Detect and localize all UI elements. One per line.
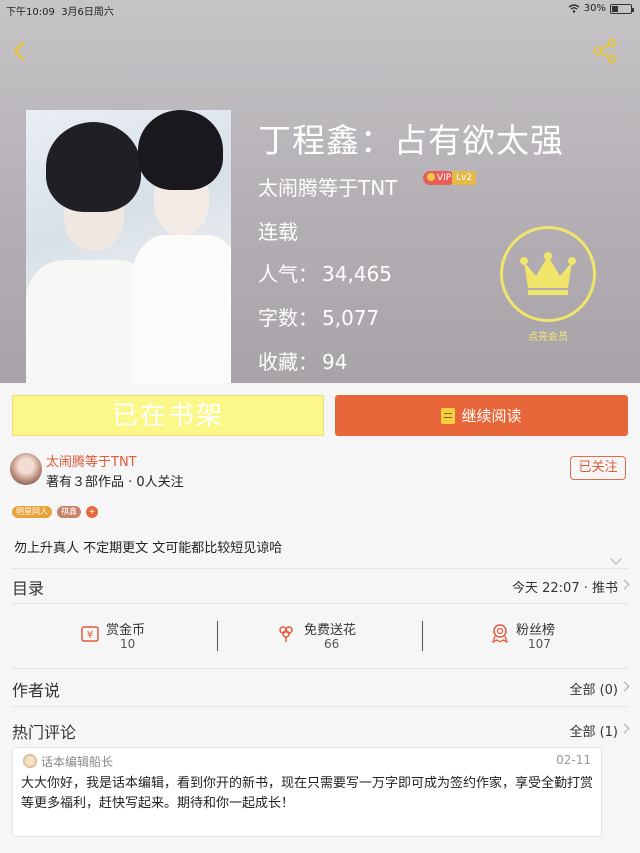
battery-percent: 30% — [583, 3, 606, 14]
reader-stats: ¥ 赏金币 10 免费送花 66 粉丝榜 107 — [0, 617, 640, 655]
divider — [12, 603, 628, 604]
wifi-icon — [568, 4, 580, 13]
flower-icon — [279, 626, 293, 642]
comment-card[interactable]: 话本编辑船长 02-11 大大你好，我是话本编辑，看到你开的新书，现在只需要写一… — [12, 747, 602, 837]
comment-text: 大大你好，我是话本编辑，看到你开的新书，现在只需要写一万字即可成为签约作家，享受… — [21, 776, 594, 811]
back-arrow-icon[interactable] — [8, 37, 32, 65]
free-flowers[interactable]: 免费送花 66 — [270, 617, 470, 655]
hot-comments-count: 全部 (1) — [569, 725, 618, 740]
crown-icon — [500, 226, 596, 322]
member-button[interactable]: 点亮会员 — [500, 226, 600, 346]
author-says-row[interactable]: 作者说 全部 (0) — [0, 671, 640, 703]
medal-icon — [491, 624, 509, 643]
catalog-label: 目录 — [12, 579, 45, 598]
share-icon[interactable] — [592, 38, 618, 64]
free-flowers-label: 免费送花 — [304, 623, 357, 638]
follow-button[interactable]: 已关注 — [570, 456, 626, 480]
fan-ranking-label: 粉丝榜 — [516, 623, 556, 638]
divider — [12, 706, 628, 707]
avatar[interactable] — [10, 453, 42, 485]
author-says-count: 全部 (0) — [569, 683, 618, 698]
comment-date: 02-11 — [556, 753, 591, 767]
author-says-label: 作者说 — [12, 681, 61, 700]
chevron-right-icon — [619, 579, 630, 590]
author-card[interactable]: 太闹腾等于TNT 著有３部作品 · 0人关注 已关注 — [0, 449, 640, 493]
svg-text:¥: ¥ — [87, 630, 93, 641]
expand-chevron-icon[interactable] — [610, 553, 622, 565]
coin-icon — [427, 173, 435, 181]
tag-item[interactable]: 明星同人 — [12, 506, 52, 518]
battery-icon — [610, 3, 634, 14]
book-header: 丁程鑫：占有欲太强 太闹腾等于TNT VIP Lv2 连载 人气： 34,465 … — [0, 0, 640, 383]
status-bar: 下午10:09 3月6日周六 30% — [0, 0, 640, 18]
popularity-stat: 人气： 34,465 — [258, 262, 392, 286]
author-card-name[interactable]: 太闹腾等于TNT — [46, 451, 137, 470]
vip-badge: VIP — [423, 171, 456, 185]
comment-avatar[interactable] — [23, 754, 37, 768]
divider — [217, 621, 218, 651]
book-cover[interactable] — [26, 110, 231, 383]
reward-coins-label: 赏金币 — [106, 623, 146, 638]
member-label: 点亮会员 — [528, 332, 568, 343]
status-time: 下午10:09 — [6, 7, 55, 18]
book-icon — [441, 407, 456, 424]
chevron-right-icon — [619, 681, 630, 692]
comment-username[interactable]: 话本编辑船长 — [41, 753, 113, 770]
book-status: 连载 — [258, 220, 298, 244]
author-works-count: 著有３部作品 · 0人关注 — [46, 475, 184, 490]
tag-item[interactable]: 祺鑫 — [57, 506, 81, 518]
status-date: 3月6日周六 — [61, 7, 114, 18]
book-detail-panel: 已在书架 继续阅读 太闹腾等于TNT 著有３部作品 · 0人关注 已关注 明星同… — [0, 383, 640, 853]
on-shelf-button[interactable]: 已在书架 — [12, 395, 324, 436]
reward-coins-value: 10 — [120, 637, 136, 651]
catalog-row[interactable]: 目录 今天 22:07 · 推书 — [0, 569, 640, 601]
book-description: 勿上升真人 不定期更文 文可能都比较短见谅哈 — [14, 541, 283, 556]
free-flowers-value: 66 — [324, 637, 340, 651]
fan-ranking-value: 107 — [528, 637, 551, 651]
word-count-stat: 字数： 5,077 — [258, 306, 380, 330]
reward-coins[interactable]: ¥ 赏金币 10 — [70, 617, 270, 655]
continue-reading-button[interactable]: 继续阅读 — [335, 395, 628, 436]
add-tag-button[interactable]: + — [86, 506, 98, 518]
chevron-right-icon — [619, 723, 630, 734]
catalog-update: 今天 22:07 · 推书 — [512, 581, 618, 596]
hot-comments-label: 热门评论 — [12, 723, 77, 742]
book-author[interactable]: 太闹腾等于TNT — [258, 172, 397, 201]
divider — [422, 621, 423, 651]
favorites-stat: 收藏： 94 — [258, 350, 348, 374]
hot-comments-row[interactable]: 热门评论 全部 (1) — [0, 713, 640, 745]
continue-reading-label: 继续阅读 — [461, 407, 522, 425]
book-title: 丁程鑫：占有欲太强 — [258, 121, 564, 160]
level-badge: Lv2 — [452, 171, 477, 185]
reward-coin-icon: ¥ — [81, 626, 99, 642]
fan-ranking[interactable]: 粉丝榜 107 — [480, 617, 640, 655]
tag-list: 明星同人 祺鑫 + — [12, 506, 98, 518]
divider — [12, 668, 628, 669]
